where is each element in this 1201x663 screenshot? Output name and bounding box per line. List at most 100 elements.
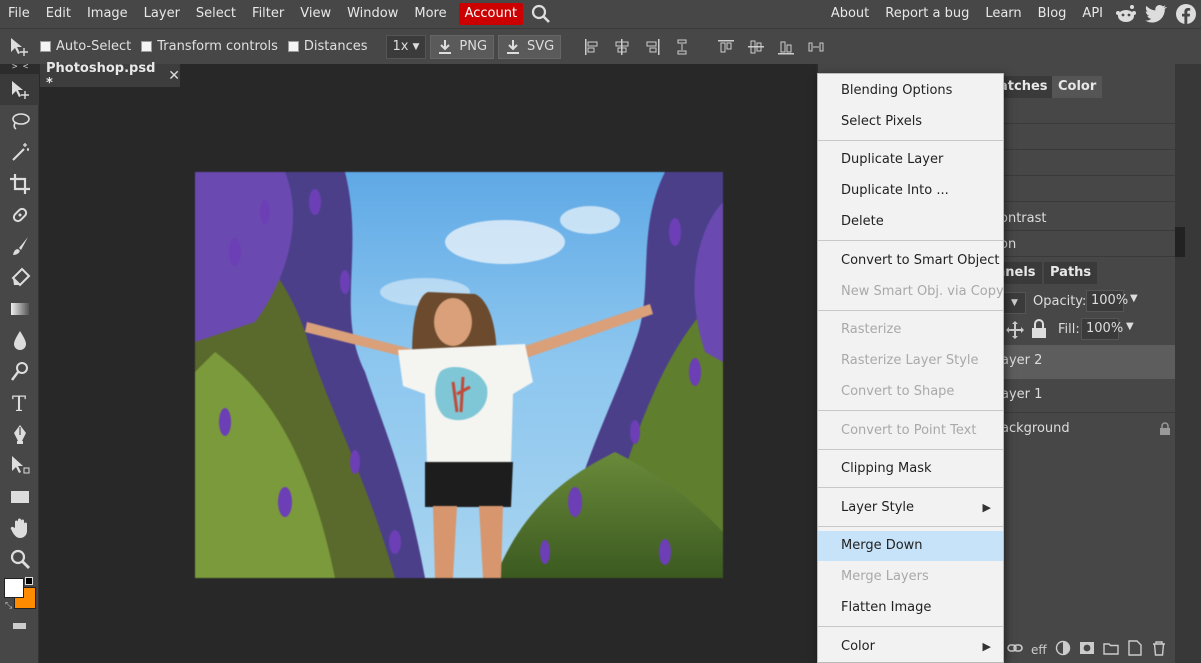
chevron-down-icon[interactable]: ▼ [1126,321,1134,332]
menu-item-new-smart-obj-via-copy: New Smart Obj. via Copy [841,284,1004,299]
align-right-icon[interactable] [641,36,663,58]
menu-item-convert-smart-object[interactable]: Convert to Smart Object [818,246,1003,276]
blur-icon[interactable] [0,324,39,355]
panel-scrollbar[interactable] [1175,64,1201,663]
menu-item-convert-to-point-text: Convert to Point Text [841,423,977,438]
menu-more[interactable]: More [406,0,454,28]
menu-filter[interactable]: Filter [244,0,292,28]
distances-label: Distances [303,39,368,54]
mask-icon[interactable] [1079,641,1095,659]
align-bottom-icon[interactable] [775,36,797,58]
link-icon[interactable] [1007,642,1023,658]
brush-icon[interactable] [0,230,39,261]
menu-item-flatten-image[interactable]: Flatten Image [818,593,1003,623]
magic-wand-icon[interactable] [0,137,39,168]
distances-option[interactable]: Distances [287,39,368,54]
swap-colors-icon[interactable]: ⤡ [5,601,12,611]
menu-window[interactable]: Window [339,0,406,28]
reddit-icon[interactable] [1111,0,1141,28]
menu-layer[interactable]: Layer [136,0,188,28]
document-tab[interactable]: Photoshop.psd * ✕ [40,61,180,91]
menu-item-blending-options[interactable]: Blending Options [818,76,1003,106]
canvas-photo[interactable] [195,172,723,578]
blend-mode-dropdown[interactable]: ▼ [1003,292,1026,314]
dodge-icon[interactable] [0,356,39,387]
link-report-bug[interactable]: Report a bug [877,0,977,28]
chevron-down-icon[interactable]: ▼ [1130,293,1138,304]
scrollbar-thumb[interactable] [1175,227,1185,257]
facebook-icon[interactable] [1171,0,1201,28]
menu-item-duplicate-into[interactable]: Duplicate Into ... [818,176,1003,206]
rectangle-icon[interactable] [0,481,39,512]
link-learn[interactable]: Learn [977,0,1029,28]
transform-controls-checkbox[interactable] [141,41,153,52]
distribute-v-icon[interactable] [805,36,827,58]
hand-icon[interactable] [0,512,39,543]
menu-item-clipping-mask[interactable]: Clipping Mask [818,454,1003,484]
menu-separator [818,240,1003,241]
healing-icon[interactable] [0,199,39,230]
pen-icon[interactable] [0,418,39,449]
path-select-icon[interactable] [0,450,39,481]
new-layer-icon[interactable] [1127,639,1143,660]
link-api[interactable]: API [1074,0,1111,28]
menu-item-delete[interactable]: Delete [818,207,1003,237]
export-svg-button[interactable]: SVG [498,34,562,59]
menu-view[interactable]: View [292,0,339,28]
menu-item-merge-down[interactable]: Merge Down [818,531,1003,561]
tab-paths[interactable]: Paths [1044,262,1098,284]
menu-select[interactable]: Select [188,0,244,28]
menu-item-layer-style[interactable]: Layer Style ▶ [818,493,1003,523]
foreground-color-swatch[interactable] [4,577,24,598]
move-tool-icon[interactable] [0,74,39,106]
crop-icon[interactable] [0,168,39,199]
link-about[interactable]: About [823,0,877,28]
lock-position-icon[interactable] [1005,320,1025,344]
lock-icon[interactable] [1031,319,1047,343]
fill-input[interactable]: 100% [1081,318,1123,340]
folder-icon[interactable] [1102,641,1119,659]
twitter-icon[interactable] [1141,0,1171,28]
menu-file[interactable]: File [0,0,38,28]
canvas-area[interactable] [40,87,818,663]
menu-separator [818,410,1003,411]
lock-icon [1159,422,1171,440]
opacity-input[interactable]: 100% [1086,290,1128,312]
distances-checkbox[interactable] [287,41,299,52]
zoom-dropdown[interactable]: 1x ▼ [385,34,427,59]
transform-controls-option[interactable]: Transform controls [141,39,278,54]
gradient-icon[interactable] [0,293,39,324]
export-png-label: PNG [459,39,488,54]
align-left-icon[interactable] [581,36,603,58]
menu-item-convert-to-shape: Convert to Shape [841,384,955,399]
account-button[interactable]: Account [458,3,524,25]
quick-mask-icon[interactable] [0,619,39,633]
effects-button[interactable]: eff [1031,643,1047,657]
zoom-icon[interactable] [0,543,39,574]
menu-edit[interactable]: Edit [38,0,79,28]
tab-color[interactable]: Color [1052,76,1103,98]
default-colors-icon[interactable] [25,576,33,585]
menu-image[interactable]: Image [79,0,136,28]
menu-item-duplicate-layer[interactable]: Duplicate Layer [818,145,1003,175]
auto-select-checkbox[interactable] [40,41,51,52]
adjustment-icon[interactable] [1055,640,1071,660]
auto-select-option[interactable]: Auto-Select [40,39,131,54]
type-icon[interactable]: T [0,387,39,418]
link-blog[interactable]: Blog [1030,0,1075,28]
menu-item-select-pixels[interactable]: Select Pixels [818,107,1003,137]
align-middle-icon[interactable] [745,36,767,58]
collapse-toolbar-toggle[interactable]: > < [12,62,28,72]
menu-item-color[interactable]: Color ▶ [818,632,1003,662]
trash-icon[interactable] [1151,640,1167,660]
submenu-arrow-icon: ▶ [982,640,991,653]
distribute-h-icon[interactable] [671,36,693,58]
align-top-icon[interactable] [715,36,737,58]
close-icon[interactable]: ✕ [168,68,180,84]
align-center-h-icon[interactable] [611,36,633,58]
document-tab-title: Photoshop.psd * [46,60,156,91]
export-png-button[interactable]: PNG [430,34,495,59]
search-icon[interactable] [527,0,555,28]
eraser-icon[interactable] [0,262,39,293]
lasso-icon[interactable] [0,105,39,136]
